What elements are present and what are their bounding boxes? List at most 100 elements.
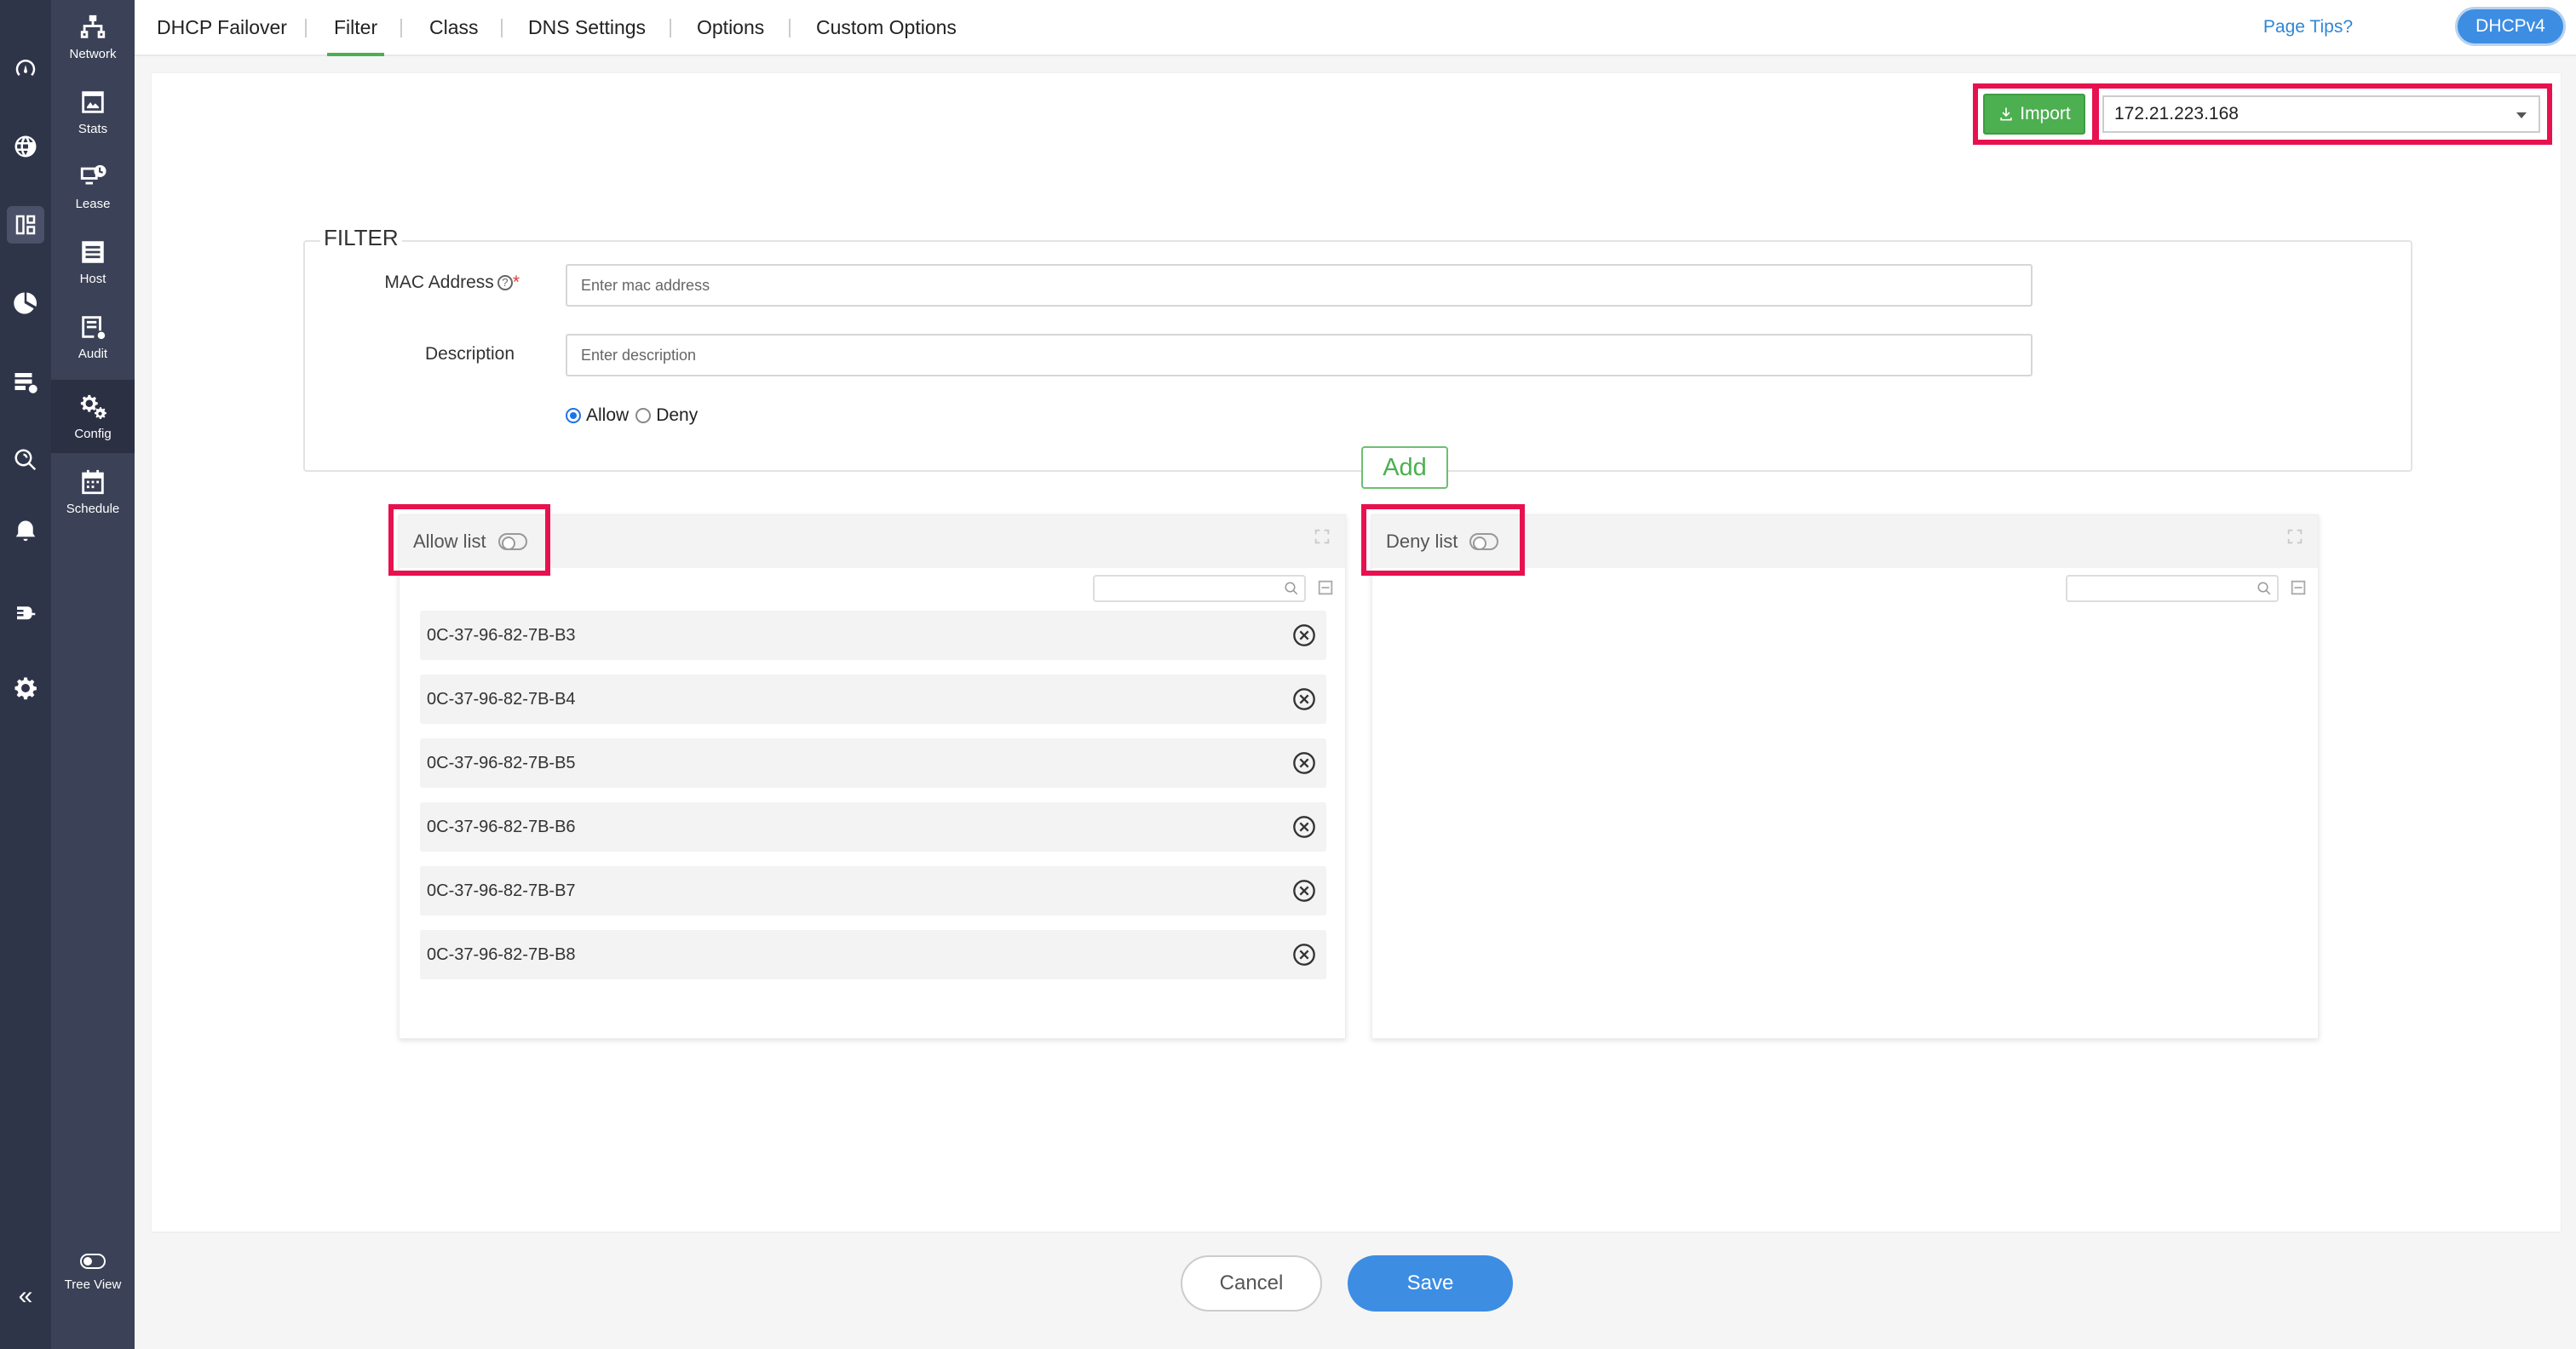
deny-list-panel: Deny list [1371, 514, 2319, 1039]
sidebar-item-host[interactable]: Host [51, 225, 135, 298]
list-item: 0C-37-96-82-7B-B5 [420, 738, 1326, 788]
allow-deny-radio-group: Allow Deny [566, 405, 698, 426]
deny-radio[interactable] [635, 408, 652, 423]
discovery-search-icon[interactable] [7, 441, 44, 479]
required-marker: * [512, 273, 520, 292]
list-item: 0C-37-96-82-7B-B3 [420, 611, 1326, 660]
sidebar-item-stats[interactable]: Stats [51, 75, 135, 148]
ip-management-icon[interactable] [7, 363, 44, 400]
description-input[interactable] [566, 334, 2033, 376]
description-label: Description [424, 344, 515, 364]
dns-globe-icon[interactable] [7, 128, 44, 165]
remove-icon[interactable] [1292, 687, 1316, 711]
dhcp-icon[interactable] [7, 206, 44, 244]
dashboard-icon[interactable] [7, 49, 44, 87]
tab-separator [400, 19, 402, 37]
expand-icon[interactable] [2286, 527, 2304, 546]
sidebar-item-label: Config [74, 426, 112, 441]
tab-separator [305, 19, 307, 37]
deny-list-search-input[interactable] [2066, 575, 2279, 602]
stats-icon [82, 90, 104, 113]
sidebar-item-label: Schedule [66, 501, 120, 516]
allow-radio-label: Allow [586, 405, 630, 425]
save-button[interactable]: Save [1348, 1255, 1513, 1312]
mac-address-value: 0C-37-96-82-7B-B7 [427, 881, 576, 900]
cancel-button[interactable]: Cancel [1181, 1255, 1322, 1312]
schedule-icon [82, 469, 104, 494]
remove-icon[interactable] [1292, 623, 1316, 647]
tab-dhcp-failover[interactable]: DHCP Failover [157, 0, 287, 55]
footer-divider [152, 1231, 2561, 1233]
mac-address-value: 0C-37-96-82-7B-B5 [427, 753, 576, 772]
remove-icon[interactable] [1292, 815, 1316, 839]
allow-list-search-input[interactable] [1093, 575, 1306, 602]
toggle-icon [80, 1254, 106, 1269]
sidebar-item-label: Network [69, 46, 117, 61]
collapse-list-icon[interactable] [2289, 578, 2308, 597]
list-item: 0C-37-96-82-7B-B6 [420, 802, 1326, 852]
list-item: 0C-37-96-82-7B-B7 [420, 866, 1326, 916]
host-icon [82, 240, 104, 263]
tree-view-label: Tree View [64, 1277, 122, 1292]
import-button[interactable]: Import [1983, 94, 2085, 135]
icon-rail: « [0, 0, 51, 1349]
alerts-bell-icon[interactable] [7, 513, 44, 550]
sidebar-item-config[interactable]: Config [51, 380, 135, 453]
import-label: Import [2020, 104, 2071, 123]
search-icon [1285, 582, 1298, 595]
mac-address-value: 0C-37-96-82-7B-B8 [427, 944, 576, 964]
mac-address-value: 0C-37-96-82-7B-B3 [427, 625, 576, 645]
list-item: 0C-37-96-82-7B-B4 [420, 674, 1326, 724]
top-navigation: DHCP Failover Filter Class DNS Settings … [135, 0, 2576, 56]
mac-address-input[interactable] [566, 264, 2033, 307]
remove-icon[interactable] [1292, 943, 1316, 967]
protocol-switch-button[interactable]: DHCPv4 [2455, 7, 2566, 46]
mac-address-label: MAC Address? * [358, 273, 520, 293]
sidebar-item-schedule[interactable]: Schedule [51, 455, 135, 528]
allow-list-highlight [388, 504, 550, 576]
chevron-down-icon [2516, 112, 2527, 118]
tab-dns-settings[interactable]: DNS Settings [528, 0, 646, 55]
secondary-sidebar: Network Stats Lease Host Audit Config Sc… [51, 0, 135, 1349]
remove-icon[interactable] [1292, 751, 1316, 775]
sidebar-item-lease[interactable]: Lease [51, 150, 135, 223]
remove-icon[interactable] [1292, 879, 1316, 903]
settings-gear-icon[interactable] [7, 669, 44, 707]
tree-view-toggle[interactable]: Tree View [51, 1254, 135, 1292]
mac-address-label-text: MAC Address [384, 273, 494, 292]
tab-filter[interactable]: Filter [326, 0, 385, 56]
deny-list-highlight [1361, 504, 1525, 576]
allow-list-panel: Allow list 0C-37-96-82-7B-B3 0C-37-96-82… [399, 514, 1346, 1039]
deny-radio-label: Deny [656, 405, 699, 425]
server-ip-select[interactable]: 172.21.223.168 [2102, 95, 2540, 133]
integrations-plug-icon[interactable] [7, 591, 44, 629]
sidebar-item-audit[interactable]: Audit [51, 300, 135, 373]
sidebar-item-label: Audit [78, 346, 108, 361]
sidebar-item-network[interactable]: Network [51, 0, 135, 73]
expand-icon[interactable] [1313, 527, 1331, 546]
collapse-sidebar-icon[interactable]: « [7, 1277, 44, 1315]
tab-separator [670, 19, 671, 37]
allow-radio[interactable] [566, 408, 581, 423]
reports-pie-icon[interactable] [7, 284, 44, 322]
sidebar-item-label: Lease [75, 196, 111, 211]
download-icon [2000, 107, 2012, 121]
add-button[interactable]: Add [1361, 446, 1448, 489]
sidebar-item-label: Host [79, 271, 106, 286]
search-icon [2257, 582, 2271, 595]
tab-custom-options[interactable]: Custom Options [816, 0, 957, 55]
audit-icon [82, 315, 106, 339]
lease-icon [80, 164, 106, 184]
tab-class[interactable]: Class [429, 0, 479, 55]
list-item: 0C-37-96-82-7B-B8 [420, 930, 1326, 979]
server-ip-value: 172.21.223.168 [2114, 104, 2239, 123]
config-icon [80, 394, 106, 419]
collapse-list-icon[interactable] [1316, 578, 1335, 597]
tab-separator [789, 19, 791, 37]
network-icon [80, 14, 106, 38]
mac-address-value: 0C-37-96-82-7B-B4 [427, 689, 576, 709]
tab-separator [501, 19, 503, 37]
tab-options[interactable]: Options [697, 0, 764, 55]
page-tips-link[interactable]: Page Tips? [2263, 17, 2353, 37]
help-icon[interactable]: ? [497, 275, 513, 290]
